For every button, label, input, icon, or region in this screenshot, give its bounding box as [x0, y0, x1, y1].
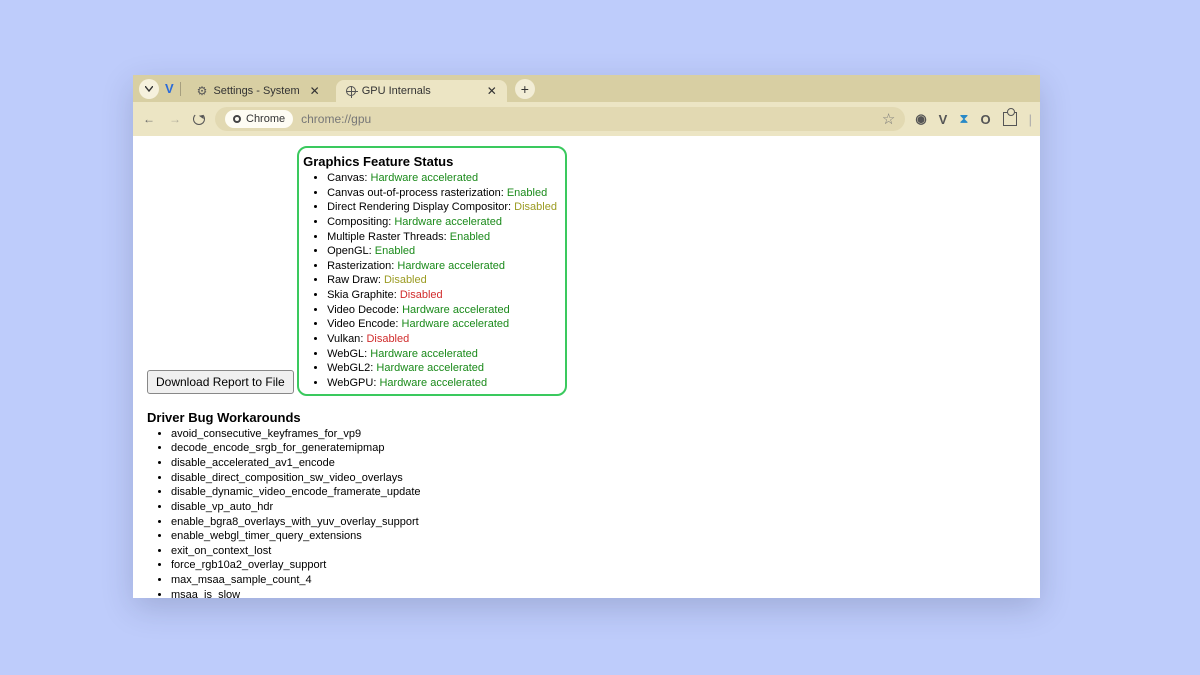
feature-name: WebGPU: [327, 377, 373, 389]
list-item: Skia Graphite: Disabled: [327, 288, 557, 303]
forward-button[interactable]: →: [167, 112, 183, 126]
extension-3-icon[interactable]: ⧗: [959, 111, 968, 127]
app-v-icon: V: [165, 81, 174, 96]
list-item: WebGL2: Hardware accelerated: [327, 361, 557, 376]
extension-2-icon[interactable]: V: [939, 112, 948, 127]
feature-name: Canvas: [327, 172, 364, 184]
graphics-feature-status-title: Graphics Feature Status: [303, 154, 557, 169]
graphics-feature-list: Canvas: Hardware acceleratedCanvas out-o…: [327, 171, 557, 390]
list-item: decode_encode_srgb_for_generatemipmap: [171, 441, 1026, 456]
extension-1-icon[interactable]: ◉: [915, 111, 926, 127]
bookmark-star-icon[interactable]: ☆: [882, 110, 895, 128]
feature-name: OpenGL: [327, 245, 369, 257]
back-button[interactable]: ←: [141, 112, 157, 126]
tab-label: Settings - System: [213, 85, 299, 97]
list-item: Direct Rendering Display Compositor: Dis…: [327, 200, 557, 215]
address-chip-label: Chrome: [246, 113, 285, 125]
tabs-dropdown-button[interactable]: [139, 79, 159, 99]
list-item: disable_direct_composition_sw_video_over…: [171, 471, 1026, 486]
driver-bug-workarounds-title: Driver Bug Workarounds: [147, 410, 1026, 425]
list-item: Compositing: Hardware accelerated: [327, 215, 557, 230]
reload-button[interactable]: [193, 113, 205, 125]
address-chip: Chrome: [225, 110, 293, 128]
browser-window: V ⚙ Settings - System ✕ GPU Internals ✕ …: [133, 75, 1040, 598]
feature-name: Skia Graphite: [327, 289, 394, 301]
page-content: Download Report to File Graphics Feature…: [133, 136, 1040, 598]
feature-name: Compositing: [327, 216, 388, 228]
feature-value: Enabled: [375, 245, 415, 257]
list-item: disable_dynamic_video_encode_framerate_u…: [171, 485, 1026, 500]
list-item: Video Encode: Hardware accelerated: [327, 317, 557, 332]
feature-value: Disabled: [384, 274, 427, 286]
list-item: Rasterization: Hardware accelerated: [327, 259, 557, 274]
list-item: WebGL: Hardware accelerated: [327, 347, 557, 362]
address-bar[interactable]: Chrome chrome://gpu ☆: [215, 107, 905, 131]
globe-icon: [346, 86, 356, 96]
feature-name: WebGL: [327, 348, 364, 360]
feature-name: Canvas out-of-process rasterization: [327, 187, 501, 199]
feature-value: Hardware accelerated: [394, 216, 502, 228]
list-item: avoid_consecutive_keyframes_for_vp9: [171, 427, 1026, 442]
feature-value: Disabled: [366, 333, 409, 345]
extensions-puzzle-icon[interactable]: [1003, 112, 1017, 126]
feature-name: Vulkan: [327, 333, 360, 345]
list-item: Vulkan: Disabled: [327, 332, 557, 347]
feature-name: Video Decode: [327, 304, 396, 316]
driver-bug-workarounds-list: avoid_consecutive_keyframes_for_vp9decod…: [171, 427, 1026, 598]
tab-label: GPU Internals: [362, 85, 431, 97]
feature-value: Hardware accelerated: [376, 362, 484, 374]
toolbar: ← → Chrome chrome://gpu ☆ ◉ V ⧗ O |: [133, 102, 1040, 136]
list-item: WebGPU: Hardware accelerated: [327, 376, 557, 391]
feature-value: Enabled: [450, 231, 490, 243]
tab-settings-system[interactable]: ⚙ Settings - System ✕: [187, 80, 330, 102]
tab-gpu-internals[interactable]: GPU Internals ✕: [336, 80, 507, 102]
feature-value: Hardware accelerated: [379, 377, 487, 389]
list-item: Raw Draw: Disabled: [327, 273, 557, 288]
feature-name: Rasterization: [327, 260, 391, 272]
address-url: chrome://gpu: [301, 112, 371, 126]
feature-value: Disabled: [400, 289, 443, 301]
download-report-button[interactable]: Download Report to File: [147, 370, 294, 394]
feature-name: WebGL2: [327, 362, 370, 374]
close-icon[interactable]: ✕: [483, 84, 497, 98]
feature-name: Video Encode: [327, 318, 395, 330]
feature-name: Multiple Raster Threads: [327, 231, 444, 243]
list-item: Canvas out-of-process rasterization: Ena…: [327, 186, 557, 201]
list-item: max_msaa_sample_count_4: [171, 573, 1026, 588]
list-item: Multiple Raster Threads: Enabled: [327, 230, 557, 245]
close-icon[interactable]: ✕: [306, 84, 320, 98]
feature-name: Direct Rendering Display Compositor: [327, 201, 508, 213]
feature-value: Enabled: [507, 187, 547, 199]
feature-value: Hardware accelerated: [402, 304, 510, 316]
more-separator-icon: |: [1029, 112, 1032, 127]
list-item: Video Decode: Hardware accelerated: [327, 303, 557, 318]
feature-value: Disabled: [514, 201, 557, 213]
feature-name: Raw Draw: [327, 274, 378, 286]
list-item: enable_webgl_timer_query_extensions: [171, 529, 1026, 544]
list-item: force_rgb10a2_overlay_support: [171, 558, 1026, 573]
list-item: msaa_is_slow: [171, 588, 1026, 598]
toolbar-extension-icons: ◉ V ⧗ O |: [915, 111, 1032, 127]
tab-strip: V ⚙ Settings - System ✕ GPU Internals ✕ …: [133, 75, 1040, 102]
list-item: disable_vp_auto_hdr: [171, 500, 1026, 515]
gear-icon: ⚙: [197, 84, 208, 98]
list-item: exit_on_context_lost: [171, 544, 1026, 559]
extension-4-icon[interactable]: O: [980, 112, 990, 127]
feature-value: Hardware accelerated: [370, 348, 478, 360]
list-item: Canvas: Hardware accelerated: [327, 171, 557, 186]
graphics-feature-status-highlight: Graphics Feature Status Canvas: Hardware…: [297, 146, 567, 396]
chrome-scheme-icon: [233, 115, 241, 123]
feature-value: Hardware accelerated: [371, 172, 479, 184]
new-tab-button[interactable]: +: [515, 79, 535, 99]
list-item: disable_accelerated_av1_encode: [171, 456, 1026, 471]
divider-icon: [180, 82, 181, 96]
list-item: enable_bgra8_overlays_with_yuv_overlay_s…: [171, 515, 1026, 530]
list-item: OpenGL: Enabled: [327, 244, 557, 259]
feature-value: Hardware accelerated: [402, 318, 510, 330]
feature-value: Hardware accelerated: [397, 260, 505, 272]
